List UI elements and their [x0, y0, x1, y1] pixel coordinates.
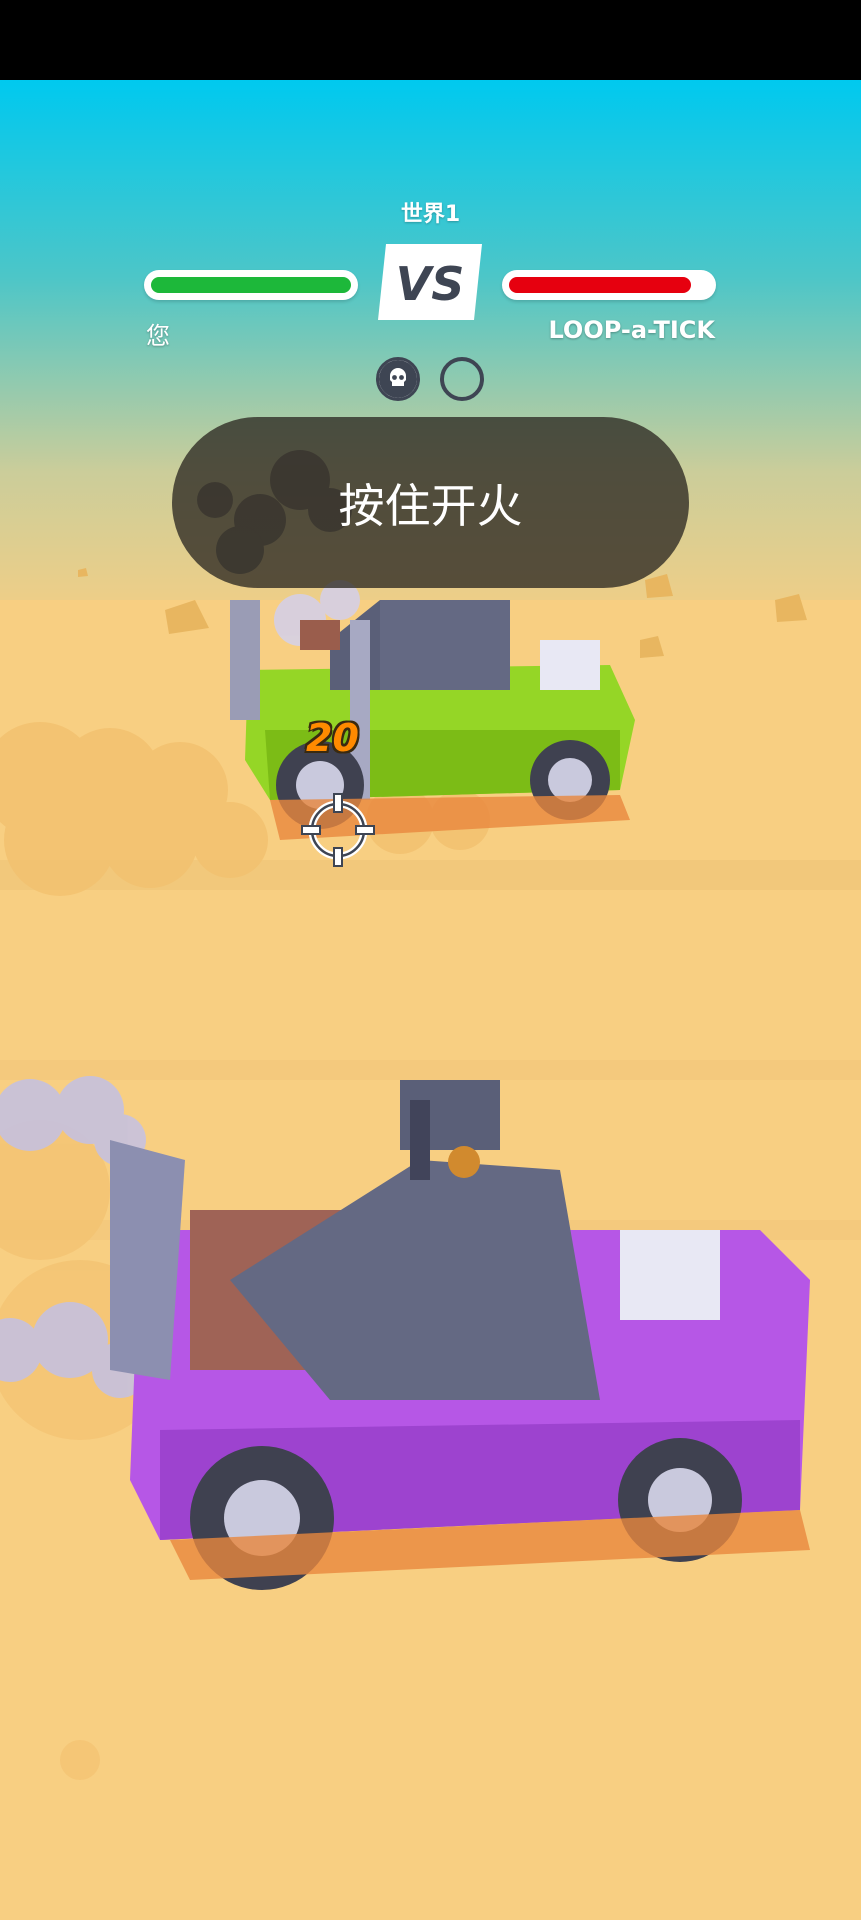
hold-to-fire-hint: 按住开火: [172, 417, 689, 588]
opponent-health-bar: [502, 270, 716, 300]
vs-text: VS: [396, 257, 465, 311]
damage-number: 20: [306, 716, 359, 760]
crosshair-icon: [301, 793, 375, 867]
hint-text: 按住开火: [338, 478, 523, 533]
skull-icon: [376, 357, 420, 401]
player-health-bar: [144, 270, 358, 300]
game-world: [0, 80, 861, 1920]
status-bar: [0, 0, 861, 80]
opponent-health-fill: [509, 277, 691, 293]
empty-circle-icon: [440, 357, 484, 401]
player-health-fill: [151, 277, 351, 293]
vs-badge: VS: [378, 244, 482, 320]
player-name: 您: [146, 322, 170, 350]
opponent-name: LOOP-a-TICK: [548, 316, 715, 344]
world-label: 世界1: [400, 202, 461, 227]
game-scene[interactable]: [0, 80, 861, 1920]
